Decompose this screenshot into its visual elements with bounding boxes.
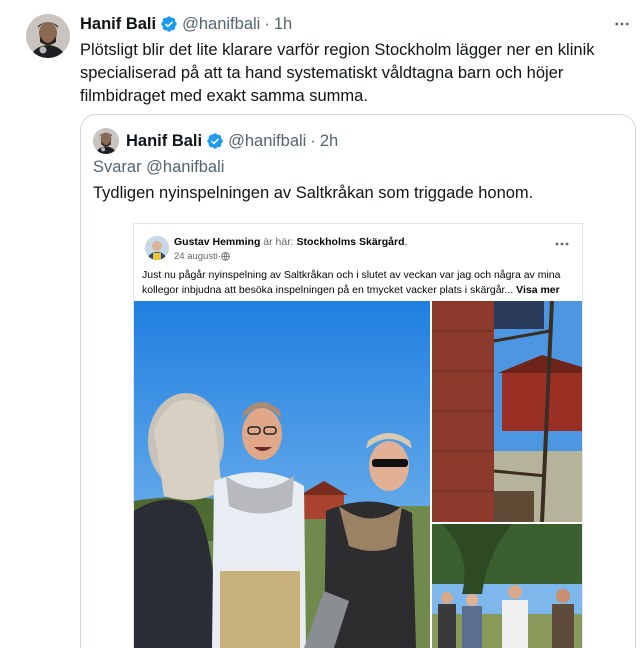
quoted-author-name: Hanif Bali (126, 131, 203, 150)
photo-people (134, 301, 430, 648)
facebook-avatar (145, 236, 169, 260)
facebook-post-date-row: 24 augusti · (174, 251, 230, 262)
location-prefix: är här: (260, 236, 297, 248)
author-avatar[interactable] (26, 14, 70, 58)
more-options-icon[interactable] (612, 14, 632, 34)
replying-to: Svarar @hanifbali (93, 158, 225, 176)
quoted-tweet-time: 2h (319, 131, 339, 150)
photo-barn (432, 301, 582, 522)
quoted-tweet-header: Hanif Bali @hanifbali · 2h (126, 129, 338, 153)
quoted-author-handle: @hanifbali (228, 131, 307, 150)
facebook-date: 24 augusti (174, 251, 218, 262)
facebook-location: Stockholms Skärgård (296, 236, 405, 248)
verified-badge-icon (207, 133, 223, 149)
facebook-post-text: Just nu pågår nyinspelning av Saltkråkan… (142, 268, 572, 298)
tweet-time[interactable]: 1h (274, 15, 292, 34)
author-name[interactable]: Hanif Bali (80, 15, 156, 34)
separator: · (310, 131, 316, 150)
facebook-post-header: Gustav Hemming är här: Stockholms Skärgå… (174, 236, 407, 248)
tweet-header: Hanif Bali @hanifbali · 1h (80, 12, 292, 36)
separator: · (264, 14, 270, 33)
quoted-tweet-text: Tydligen nyinspelningen av Saltkråkan so… (93, 184, 534, 202)
see-more-link: Visa mer (513, 284, 560, 296)
verified-badge-icon (161, 16, 177, 32)
facebook-post-body: Just nu pågår nyinspelning av Saltkråkan… (142, 269, 561, 296)
location-suffix: . (404, 236, 408, 248)
more-horizontal-icon (554, 238, 570, 250)
globe-icon (221, 252, 230, 261)
tweet-text: Plötsligt blir det lite klarare varför r… (80, 41, 595, 105)
tweet[interactable]: Hanif Bali @hanifbali · 1h Plötsligt bli… (0, 0, 641, 648)
author-handle[interactable]: @hanifbali (182, 15, 260, 34)
quoted-author-avatar (93, 128, 119, 154)
photo-group (432, 524, 582, 648)
facebook-author: Gustav Hemming (174, 236, 261, 248)
